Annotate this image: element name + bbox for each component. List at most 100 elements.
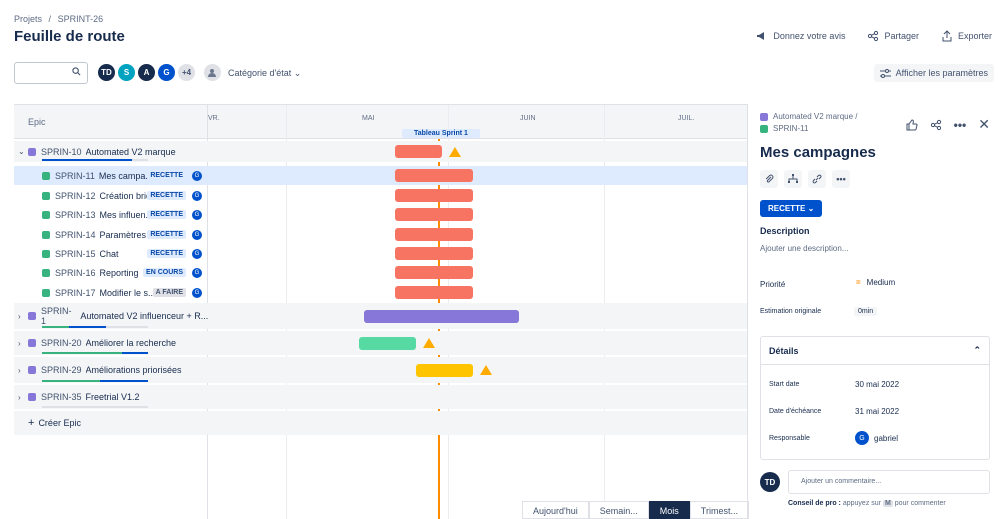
avatar[interactable]: A: [137, 63, 156, 82]
avatar: G: [192, 170, 202, 181]
zoom-today-button[interactable]: Aujourd'hui: [522, 501, 589, 519]
details-section: Détails ⌃ Start date 30 mai 2022 Date d'…: [760, 336, 990, 460]
details-header[interactable]: Détails ⌃: [761, 337, 989, 365]
create-epic-row[interactable]: + Créer Epic: [14, 411, 747, 435]
priority-field[interactable]: = Medium: [856, 278, 895, 287]
status-category-filter[interactable]: Catégorie d'état ⌄: [228, 68, 301, 79]
feedback-button[interactable]: Donnez votre avis: [756, 30, 845, 42]
epic-row[interactable]: › SPRIN-35 Freetrial V1.2: [14, 385, 747, 409]
details-label: Détails: [769, 345, 799, 356]
share-label: Partager: [884, 31, 919, 41]
issue-detail-panel: Automated V2 marque / SPRIN-11 ••• ✕ Mes…: [747, 104, 998, 519]
avatar[interactable]: G: [157, 63, 176, 82]
start-date-value[interactable]: 30 mai 2022: [855, 380, 899, 389]
avatar[interactable]: TD: [97, 63, 116, 82]
more-icon[interactable]: •••: [832, 170, 850, 188]
timeline-bar[interactable]: [395, 189, 473, 202]
story-row[interactable]: SPRIN-11 Mes campa... RECETTE G: [14, 166, 747, 185]
avatar[interactable]: S: [117, 63, 136, 82]
story-row[interactable]: SPRIN-17 Modifier le s... A FAIRE G: [14, 283, 747, 302]
top-actions: Donnez votre avis Partager Exporter: [756, 30, 992, 42]
description-label: Description: [760, 226, 810, 236]
epic-row[interactable]: › SPRIN-20 Améliorer la recherche: [14, 331, 747, 355]
attach-icon[interactable]: [760, 170, 778, 188]
chevron-down-icon: ⌄: [807, 204, 815, 213]
epic-row[interactable]: ⌄ SPRIN-10 Automated V2 marque: [14, 141, 747, 162]
export-label: Exporter: [957, 31, 992, 41]
due-date-value[interactable]: 31 mai 2022: [855, 407, 899, 416]
timeline-bar[interactable]: [395, 266, 473, 279]
issue-key: SPRIN-10: [41, 146, 82, 157]
timeline-bar[interactable]: [359, 336, 416, 350]
epic-row[interactable]: › SPRIN-29 Améliorations priorisées: [14, 357, 747, 383]
chevron-down-icon: ⌄: [293, 68, 302, 78]
description-field[interactable]: Ajouter une description...: [760, 244, 849, 253]
epic-row[interactable]: › SPRIN-1 Automated V2 influenceur + R...: [14, 303, 747, 329]
epic-icon: [28, 339, 36, 347]
status-label: RECETTE: [768, 204, 806, 213]
story-icon: [42, 191, 50, 200]
search-input[interactable]: [14, 62, 88, 84]
epic-icon: [28, 393, 36, 401]
story-row[interactable]: SPRIN-14 Paramètres RECETTE G: [14, 225, 747, 244]
timeline-bar[interactable]: [395, 169, 473, 182]
sprint-marker[interactable]: Tableau Sprint 1: [402, 129, 480, 138]
timeline-bar[interactable]: [395, 247, 473, 260]
estimate-label: Estimation originale: [760, 308, 822, 315]
export-icon: [942, 30, 952, 42]
page-title: Feuille de route: [14, 28, 125, 45]
progress-bar: [42, 406, 148, 408]
avatar[interactable]: +4: [177, 63, 196, 82]
breadcrumb-projects[interactable]: Projets: [14, 14, 42, 24]
warning-icon[interactable]: [423, 338, 435, 348]
story-row[interactable]: SPRIN-16 Reporting EN COURS G: [14, 263, 747, 282]
create-epic-label: Créer Epic: [38, 418, 81, 428]
estimate-value[interactable]: 0min: [854, 307, 878, 316]
timeline-bar[interactable]: [416, 363, 473, 377]
comment-input[interactable]: Ajouter un commentaire...: [788, 470, 990, 494]
chevron-right-icon[interactable]: ›: [18, 393, 28, 402]
issue-title[interactable]: Mes campagnes: [760, 144, 876, 161]
timeline-bar[interactable]: [364, 309, 519, 323]
zoom-month-button[interactable]: Mois: [648, 501, 690, 519]
story-icon: [42, 249, 50, 258]
avatar: G: [192, 248, 202, 259]
thumbs-up-icon[interactable]: [906, 118, 918, 131]
zoom-controls: Aujourd'hui Semain... Mois Trimest...: [522, 501, 749, 519]
warning-icon[interactable]: [480, 365, 492, 375]
parent-epic-link[interactable]: Automated V2 marque: [773, 112, 853, 121]
assignee-field[interactable]: G gabriel: [855, 431, 898, 445]
story-icon: [42, 210, 50, 219]
show-settings-button[interactable]: Afficher les paramètres: [873, 64, 994, 82]
timeline-bar[interactable]: [395, 228, 473, 241]
show-settings-label: Afficher les paramètres: [895, 68, 988, 78]
issue-key: SPRIN-29: [41, 365, 82, 375]
share-button[interactable]: Partager: [867, 30, 919, 42]
chevron-right-icon[interactable]: ›: [18, 366, 28, 375]
link-icon[interactable]: [808, 170, 826, 188]
issue-key-link[interactable]: SPRIN-11: [773, 124, 808, 133]
timeline-bar[interactable]: [395, 145, 442, 158]
story-row[interactable]: SPRIN-13 Mes influen... RECETTE G: [14, 205, 747, 224]
child-issues-icon[interactable]: [784, 170, 802, 188]
chevron-down-icon[interactable]: ⌄: [18, 147, 28, 156]
close-icon[interactable]: ✕: [978, 116, 990, 133]
timeline-bar[interactable]: [395, 286, 473, 299]
chevron-right-icon[interactable]: ›: [18, 312, 28, 321]
story-row[interactable]: SPRIN-15 Chat RECETTE G: [14, 244, 747, 263]
status-dropdown[interactable]: RECETTE ⌄: [760, 200, 823, 217]
zoom-quarter-button[interactable]: Trimest...: [689, 501, 749, 519]
issue-summary: Reporting: [99, 267, 139, 278]
pro-tip-label: Conseil de pro :: [788, 500, 841, 507]
chevron-right-icon[interactable]: ›: [18, 339, 28, 348]
warning-icon[interactable]: [449, 146, 461, 157]
export-button[interactable]: Exporter: [941, 30, 992, 42]
breadcrumb-project[interactable]: SPRINT-26: [58, 14, 104, 24]
add-people-icon[interactable]: [203, 63, 222, 82]
share-icon[interactable]: [930, 119, 942, 131]
timeline-bar[interactable]: [395, 208, 473, 221]
zoom-week-button[interactable]: Semain...: [588, 501, 649, 519]
more-options-icon[interactable]: •••: [954, 118, 967, 132]
priority-label: Priorité: [760, 280, 786, 289]
story-row[interactable]: SPRIN-12 Création brief RECETTE G: [14, 186, 747, 205]
